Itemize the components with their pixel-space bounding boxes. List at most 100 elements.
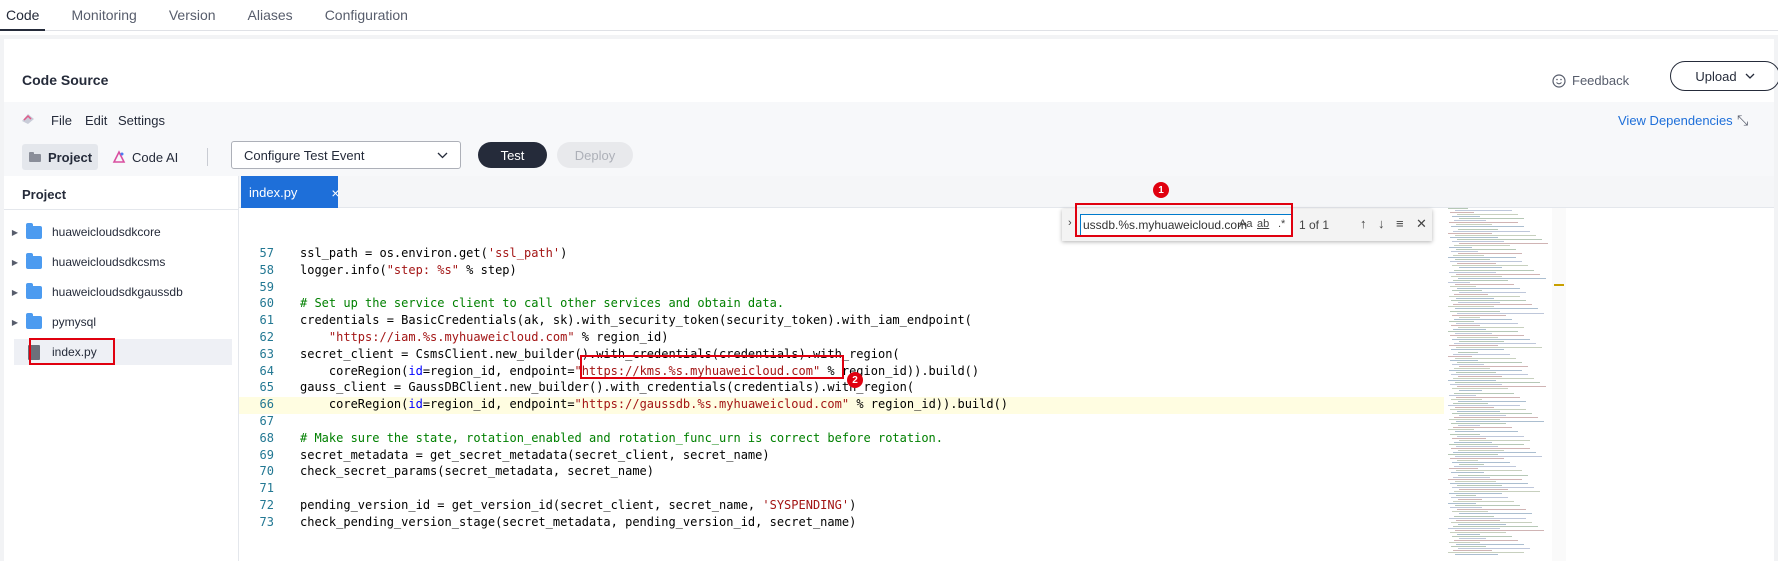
minimap-line [1456,224,1492,226]
line-number: 70 [259,464,274,479]
deploy-button[interactable]: Deploy [557,142,633,168]
tree-folder-huaweicloudsdkcsms[interactable]: ▶ huaweicloudsdkcsms [4,249,234,275]
test-button[interactable]: Test [478,142,547,168]
view-dependencies-link[interactable]: View Dependencies [1618,113,1733,128]
code-line[interactable]: 70 check_secret_params(secret_metadata, s… [239,464,1444,481]
menu-edit[interactable]: Edit [85,113,107,128]
code-ai-button[interactable]: Code AI [112,144,178,170]
minimap[interactable] [1444,208,1552,561]
minimap-line [1457,337,1498,339]
code-text: # Make sure the state, rotation_enabled … [300,430,943,445]
minimap-line [1456,347,1542,349]
tree-folder-huaweicloudsdkcore[interactable]: ▶ huaweicloudsdkcore [4,219,234,245]
code-line[interactable]: 68 # Make sure the state, rotation_enable… [239,431,1444,448]
minimap-line [1450,285,1476,287]
code-line[interactable]: 71 [239,481,1444,498]
code-line[interactable]: 65 gauss_client = GaussDBClient.new_build… [239,380,1444,397]
minimap-line [1458,400,1526,402]
code-line[interactable]: 57 ssl_path = os.environ.get('ssl_path') [239,246,1444,263]
minimap-line [1455,210,1512,212]
minimap-line [1451,472,1484,474]
minimap-line [1449,443,1524,445]
minimap-line [1448,331,1518,332]
sidebar-divider [4,209,239,210]
upload-button[interactable]: Upload [1670,61,1778,91]
code-line[interactable]: 60 # Set up the service client to call ot… [239,296,1444,313]
code-line[interactable]: 61 credentials = BasicCredentials(ak, sk)… [239,313,1444,330]
line-number: 58 [259,262,274,277]
code-line[interactable]: 59 [239,280,1444,297]
minimap-line [1454,441,1492,443]
minimap-line [1455,505,1520,507]
tab-monitoring[interactable]: Monitoring [55,0,152,31]
previous-match-icon[interactable]: ↑ [1360,216,1367,231]
code-line[interactable]: 58 logger.info("step: %s" % step) [239,263,1444,280]
close-icon[interactable]: × [331,185,339,201]
minimap-line [1448,232,1492,234]
minimap-line [1454,318,1512,320]
tree-folder-huaweicloudsdkgaussdb[interactable]: ▶ huaweicloudsdkgaussdb [4,279,234,305]
minimap-line [1455,406,1494,408]
code-text: coreRegion(id=region_id, endpoint="https… [300,397,1009,412]
menu-settings[interactable]: Settings [118,113,165,128]
caret-right-icon[interactable]: ▶ [4,318,26,327]
minimap-line [1452,290,1482,291]
annotation-badge-1: 1 [1153,182,1169,198]
next-match-icon[interactable]: ↓ [1378,216,1385,231]
minimap-line [1455,382,1540,384]
caret-right-icon[interactable]: ▶ [4,258,26,267]
editor-scrollbar[interactable] [1552,208,1566,561]
tab-version[interactable]: Version [153,0,232,31]
minimap-line [1449,369,1522,371]
minimap-line [1451,546,1486,548]
close-icon[interactable]: ✕ [1416,216,1427,232]
test-event-select[interactable]: Configure Test Event [231,141,461,169]
minimap-line [1456,396,1520,398]
expand-icon[interactable]: ⤡ [1737,112,1748,129]
code-line[interactable]: 67 [239,414,1444,431]
code-line[interactable]: 66 coreRegion(id=region_id, endpoint="ht… [239,397,1444,415]
code-line[interactable]: 72 pending_version_id = get_version_id(se… [239,498,1444,515]
annotation-badge-2: 2 [847,372,863,388]
tree-item-label: huaweicloudsdkcore [52,225,161,239]
minimap-line [1454,466,1516,468]
tab-aliases[interactable]: Aliases [232,0,309,31]
minimap-line [1454,294,1488,296]
code-line[interactable]: 73 check_pending_version_stage(secret_met… [239,515,1444,532]
toggle-replace-icon[interactable]: › [1068,217,1072,229]
minimap-line [1452,388,1508,390]
find-in-selection-icon[interactable]: ≡ [1396,216,1404,231]
feedback-link[interactable]: Feedback [1552,73,1629,88]
caret-right-icon[interactable]: ▶ [4,228,26,237]
minimap-line [1458,351,1478,353]
tab-configuration[interactable]: Configuration [309,0,424,31]
editor-tab-index-py[interactable]: index.py × [241,176,340,209]
minimap-line [1456,322,1518,324]
line-number: 67 [259,414,274,428]
menu-file[interactable]: File [51,113,72,128]
minimap-line [1451,423,1506,425]
minimap-line [1451,374,1528,376]
code-text: ssl_path = os.environ.get('ssl_path') [300,246,568,260]
tree-folder-pymysql[interactable]: ▶ pymysql [4,309,234,335]
minimap-line [1458,376,1502,378]
code-line[interactable]: 69 secret_metadata = get_secret_metadata(… [239,448,1444,465]
caret-right-icon[interactable]: ▶ [4,288,26,297]
code-line[interactable]: 62 "https://iam.%s.myhuaweicloud.com" % … [239,330,1444,347]
minimap-line [1459,267,1502,269]
content-area: Code Source Feedback Upload File Edit Se… [0,35,1778,561]
minimap-line [1449,419,1500,421]
minimap-line [1459,341,1504,343]
minimap-line [1456,372,1496,373]
folder-icon [26,222,42,239]
code-editor[interactable]: 57 ssl_path = os.environ.get('ssl_path') 5… [239,208,1444,561]
minimap-line [1455,357,1516,359]
minimap-line [1456,421,1544,423]
project-button[interactable]: Project [22,144,98,170]
minimap-line [1454,392,1514,394]
line-number: 57 [259,246,274,260]
scroll-match-marker [1554,284,1564,286]
function-tabs: Code Monitoring Version Aliases Configur… [0,0,1778,31]
tab-code[interactable]: Code [0,0,46,31]
ide-toolbar: Project Code AI Configure Test Event Tes… [4,138,1774,176]
